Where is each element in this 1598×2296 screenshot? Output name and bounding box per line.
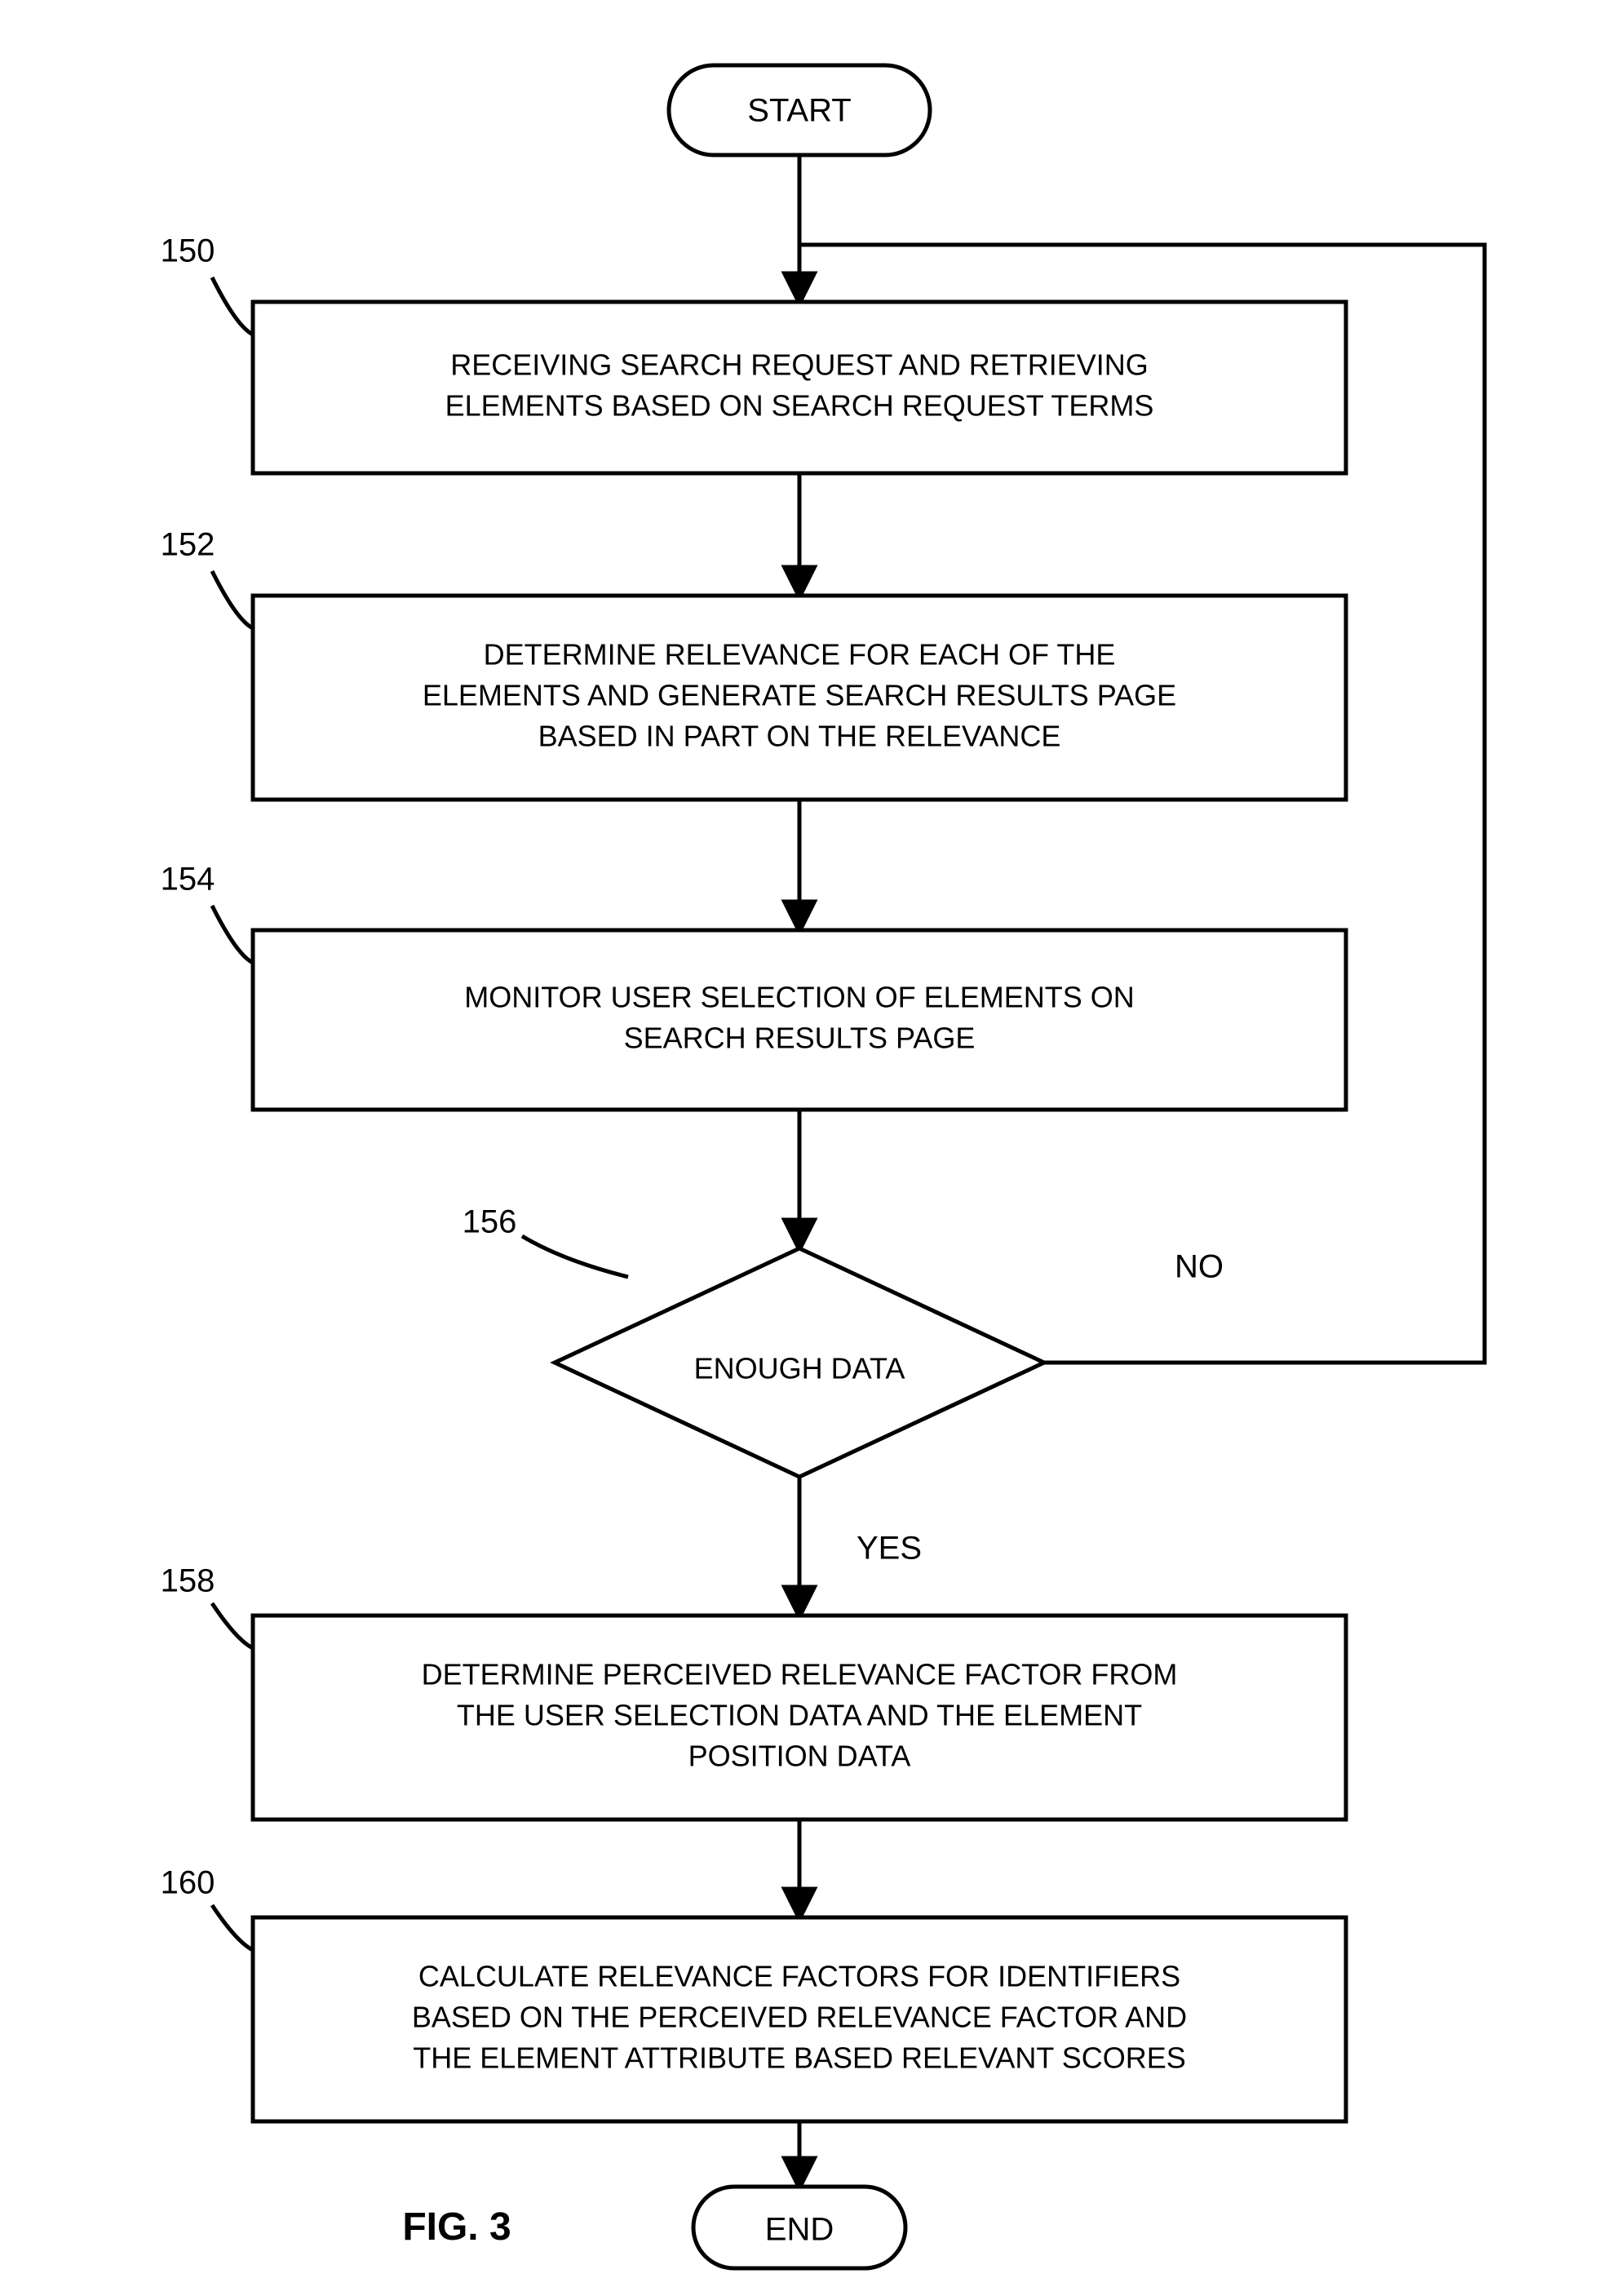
box-152-line1: DETERMINE RELEVANCE FOR EACH OF THE <box>484 638 1116 672</box>
end-label: END <box>765 2212 834 2248</box>
callout-150 <box>212 277 253 335</box>
box-160-line1: CALCULATE RELEVANCE FACTORS FOR IDENTIFI… <box>418 1960 1180 1993</box>
box-160-line3: THE ELEMENT ATTRIBUTE BASED RELEVANT SCO… <box>413 2041 1186 2075</box>
box-152-line2: ELEMENTS AND GENERATE SEARCH RESULTS PAG… <box>423 679 1176 712</box>
callout-156 <box>522 1236 628 1277</box>
figure-label: FIG. 3 <box>402 2205 511 2249</box>
label-154: 154 <box>161 862 215 898</box>
label-158: 158 <box>161 1563 215 1599</box>
label-160: 160 <box>161 1865 215 1901</box>
box-158-line2: THE USER SELECTION DATA AND THE ELEMENT <box>457 1699 1142 1732</box>
label-156: 156 <box>463 1204 517 1240</box>
box-158-line1: DETERMINE PERCEIVED RELEVANCE FACTOR FRO… <box>422 1658 1178 1691</box>
box-150-line2: ELEMENTS BASED ON SEARCH REQUEST TERMS <box>445 389 1154 423</box>
box-150-line1: RECEIVING SEARCH REQUEST AND RETRIEVING <box>450 348 1149 382</box>
callout-160 <box>212 1905 253 1950</box>
box-158-line3: POSITION DATA <box>688 1740 911 1773</box>
callout-152 <box>212 571 253 628</box>
flowchart: START RECEIVING SEARCH REQUEST AND RETRI… <box>0 0 1598 2296</box>
branch-no: NO <box>1175 1249 1224 1285</box>
box-150 <box>253 302 1346 473</box>
callout-158 <box>212 1603 253 1648</box>
box-152-line3: BASED IN PART ON THE RELEVANCE <box>538 720 1061 753</box>
label-150: 150 <box>161 233 215 269</box>
box-154-line1: MONITOR USER SELECTION OF ELEMENTS ON <box>464 981 1134 1014</box>
branch-yes: YES <box>857 1531 922 1567</box>
label-152: 152 <box>161 527 215 563</box>
callout-154 <box>212 906 253 963</box>
start-label: START <box>747 93 851 129</box>
decision-156-text: ENOUGH DATA <box>694 1352 905 1385</box>
box-154-line2: SEARCH RESULTS PAGE <box>624 1022 976 1055</box>
box-154 <box>253 930 1346 1110</box>
box-160-line2: BASED ON THE PERCEIVED RELEVANCE FACTOR … <box>412 2001 1187 2034</box>
